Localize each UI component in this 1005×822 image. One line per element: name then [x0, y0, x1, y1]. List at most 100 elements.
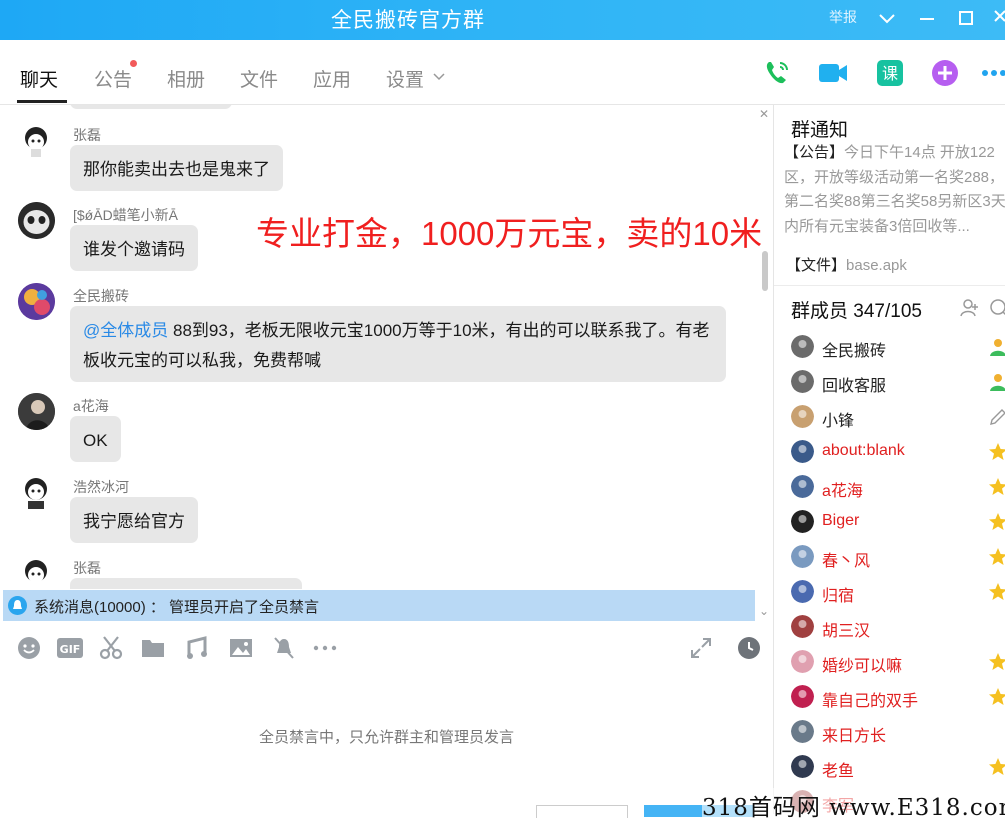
- system-message-text: 系统消息(10000) ： 管理员开启了全员禁言: [34, 599, 320, 616]
- window-title: 全民搬砖官方群: [331, 9, 485, 32]
- message-text: 88到93，老板无限收元宝1000万等于10米，有出的可以联系我了。有老板收元宝…: [83, 321, 710, 370]
- avatar[interactable]: [18, 555, 55, 589]
- add-app-icon[interactable]: [930, 58, 960, 88]
- avatar[interactable]: [18, 393, 55, 430]
- message-bubble[interactable]: 那你能卖出去也是鬼来了: [70, 145, 283, 191]
- member-name: 归宿: [822, 588, 855, 605]
- message-bubble[interactable]: 我宁愿给官方: [70, 497, 198, 543]
- scissors-icon[interactable]: [99, 636, 123, 660]
- avatar[interactable]: [791, 580, 814, 603]
- chevron-down-icon[interactable]: [875, 6, 899, 30]
- message-bubble[interactable]: [70, 578, 302, 589]
- more-icon[interactable]: [980, 58, 1005, 88]
- avatar[interactable]: [791, 405, 814, 428]
- member-item[interactable]: 靠自己的双手: [791, 685, 1005, 711]
- tab-chat[interactable]: 聊天: [20, 65, 58, 92]
- title-bar: 全民搬砖官方群 举报: [0, 0, 1005, 40]
- message-sender: 全民搬砖: [73, 288, 129, 304]
- avatar[interactable]: [791, 370, 814, 393]
- member-item[interactable]: 全民搬砖: [791, 335, 1005, 361]
- avatar[interactable]: [791, 755, 814, 778]
- active-tab-indicator: [17, 100, 67, 103]
- member-item[interactable]: 老鱼: [791, 755, 1005, 781]
- member-name: 婚纱可以嘛: [822, 658, 903, 675]
- star-badge-icon: [988, 652, 1005, 672]
- edit-icon: [988, 407, 1005, 427]
- member-item[interactable]: 婚纱可以嘛: [791, 650, 1005, 676]
- tab-album[interactable]: 相册: [167, 65, 205, 92]
- tab-bar: 聊天 公告 相册 文件 应用 设置 课: [0, 40, 1005, 105]
- member-item[interactable]: 胡三汉: [791, 615, 1005, 641]
- chat-scrollbar[interactable]: [762, 251, 768, 291]
- class-icon[interactable]: 课: [875, 58, 905, 88]
- tab-files[interactable]: 文件: [240, 65, 278, 92]
- member-name: 来日方长: [822, 728, 887, 745]
- avatar[interactable]: [18, 283, 55, 320]
- expand-icon[interactable]: [689, 636, 713, 660]
- system-message-bar: 系统消息(10000) ： 管理员开启了全员禁言: [3, 590, 755, 621]
- avatar[interactable]: [791, 615, 814, 638]
- owner-badge-icon: [988, 372, 1005, 392]
- folder-icon[interactable]: [141, 636, 165, 660]
- member-item[interactable]: 小锋: [791, 405, 1005, 431]
- message-bubble[interactable]: OK: [70, 416, 121, 462]
- message-bubble[interactable]: @全体成员 88到93，老板无限收元宝1000万等于10米，有出的可以联系我了。…: [70, 306, 726, 382]
- emoji-icon[interactable]: [17, 636, 41, 660]
- chevron-down-icon[interactable]: [432, 70, 446, 89]
- message-sender: [$ǿĀD蜡笔小新Ā: [73, 207, 179, 223]
- chevron-down-icon[interactable]: ⌄: [757, 604, 771, 618]
- avatar[interactable]: [791, 720, 814, 743]
- avatar[interactable]: [791, 650, 814, 673]
- member-name: 回收客服: [822, 378, 887, 395]
- search-icon[interactable]: [989, 298, 1005, 323]
- avatar[interactable]: [791, 440, 814, 463]
- close-button[interactable]: [536, 805, 628, 818]
- mention-all[interactable]: @全体成员: [83, 321, 168, 340]
- file-preview[interactable]: 【文件】base.apk: [786, 254, 907, 275]
- history-clock-icon[interactable]: [737, 636, 761, 660]
- member-item[interactable]: 回收客服: [791, 370, 1005, 396]
- close-icon[interactable]: [990, 6, 1005, 30]
- avatar[interactable]: [791, 475, 814, 498]
- more-icon[interactable]: [312, 636, 337, 660]
- tab-settings[interactable]: 设置: [386, 65, 424, 92]
- avatar[interactable]: [791, 685, 814, 708]
- member-item[interactable]: 春丶风: [791, 545, 1005, 571]
- avatar[interactable]: [18, 474, 55, 511]
- phone-icon[interactable]: [762, 58, 792, 88]
- tab-announcements[interactable]: 公告: [94, 65, 132, 92]
- avatar[interactable]: [791, 545, 814, 568]
- gif-icon[interactable]: GIF: [57, 636, 83, 660]
- music-icon[interactable]: [185, 636, 209, 660]
- watermark: 318首码网 www.E318.com: [702, 788, 1005, 822]
- announcement-preview[interactable]: 【公告】今日下午14点 开放122区，开放等级活动第一名奖288，第二名奖88第…: [784, 141, 1005, 239]
- file-tag: 【文件】: [786, 257, 847, 274]
- member-name: 胡三汉: [822, 623, 871, 640]
- avatar[interactable]: [791, 335, 814, 358]
- mute-notice: 全员禁言中，只允许群主和管理员发言: [258, 729, 514, 746]
- message-bubble[interactable]: 谁发个邀请码: [70, 225, 198, 271]
- member-item[interactable]: about:blank: [791, 440, 1005, 466]
- video-call-icon[interactable]: [818, 58, 848, 88]
- image-icon[interactable]: [229, 636, 253, 660]
- minimize-icon[interactable]: [915, 6, 939, 30]
- member-item[interactable]: a花海: [791, 475, 1005, 501]
- input-toolbar: GIF: [0, 630, 773, 666]
- scroll-up-icon[interactable]: ✕: [757, 107, 771, 121]
- tab-apps[interactable]: 应用: [313, 65, 351, 92]
- maximize-icon[interactable]: [954, 6, 978, 30]
- avatar[interactable]: [791, 510, 814, 533]
- member-item[interactable]: 来日方长: [791, 720, 1005, 746]
- add-member-icon[interactable]: [960, 298, 980, 323]
- avatar[interactable]: [18, 122, 55, 159]
- member-item[interactable]: 归宿: [791, 580, 1005, 606]
- chat-history[interactable]: 张磊 那你能卖出去也是鬼来了 [$ǿĀD蜡笔小新Ā 谁发个邀请码 专业打金，10…: [0, 105, 773, 589]
- mute-bell-icon[interactable]: [272, 636, 296, 660]
- avatar[interactable]: [18, 202, 55, 239]
- system-bell-icon: [8, 596, 27, 615]
- star-badge-icon: [988, 512, 1005, 532]
- report-link[interactable]: 举报: [829, 7, 857, 27]
- file-name: base.apk: [846, 257, 907, 274]
- message-sender: 张磊: [73, 560, 101, 576]
- member-item[interactable]: Biger: [791, 510, 1005, 536]
